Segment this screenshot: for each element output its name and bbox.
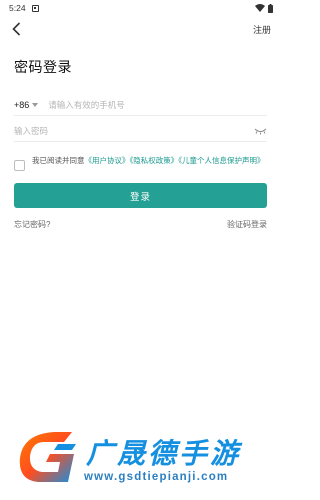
back-button[interactable] [8, 20, 24, 38]
watermark: 广晟德手游 www.gsdtiepianji.com [0, 428, 281, 500]
agreement-prefix: 我已阅读并同意 [32, 156, 85, 165]
status-left: 5:24 [9, 3, 39, 13]
password-visibility-toggle[interactable] [253, 126, 267, 136]
status-bar: 5:24 [0, 0, 281, 16]
watermark-title: 广晟德手游 [86, 439, 242, 470]
register-link[interactable]: 注册 [253, 23, 271, 36]
top-bar: 注册 [0, 18, 281, 40]
children-policy-link[interactable]: 《儿童个人信息保护声明》 [178, 156, 264, 165]
user-agreement-link[interactable]: 《用户协议》 [85, 156, 130, 165]
phone-field-row: +86 [14, 94, 267, 116]
notification-icon [31, 4, 39, 12]
password-field-row [14, 120, 267, 142]
sms-login-link[interactable]: 验证码登录 [227, 219, 267, 230]
eye-closed-icon [254, 128, 266, 134]
watermark-url: www.gsdtiepianji.com [84, 471, 229, 483]
wifi-icon [255, 4, 265, 12]
agreement-checkbox[interactable] [14, 160, 25, 171]
country-code[interactable]: +86 [14, 100, 29, 110]
privacy-policy-link[interactable]: 《隐私权政策》 [130, 156, 179, 165]
login-button[interactable]: 登录 [14, 183, 267, 208]
password-input[interactable] [14, 125, 253, 136]
chevron-left-icon [11, 22, 20, 36]
status-time: 5:24 [9, 3, 26, 13]
agreement-text: 我已阅读并同意《用户协议》《隐私权政策》《儿童个人信息保护声明》 [32, 155, 267, 167]
forgot-password-link[interactable]: 忘记密码? [14, 219, 50, 230]
watermark-logo-icon [19, 432, 76, 482]
country-code-dropdown-icon[interactable] [32, 102, 39, 107]
page-title: 密码登录 [14, 59, 72, 75]
battery-icon [268, 3, 273, 13]
phone-input[interactable] [48, 99, 267, 110]
status-right [255, 3, 273, 13]
